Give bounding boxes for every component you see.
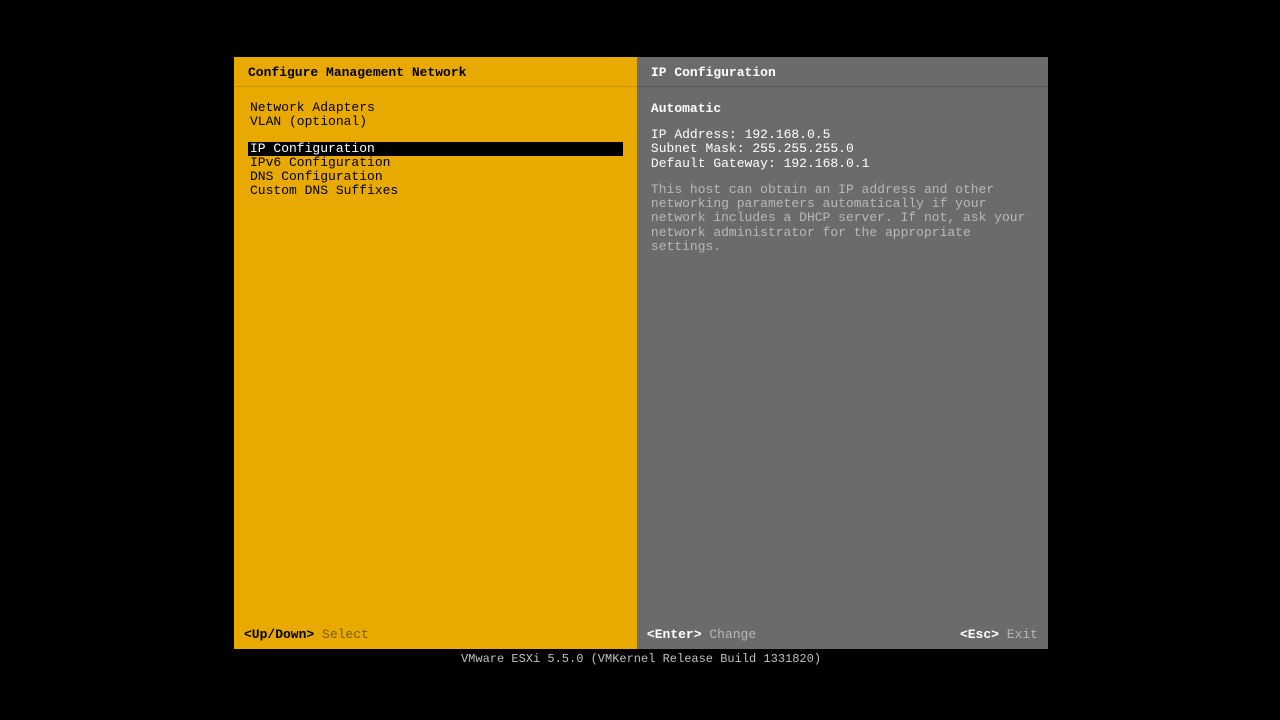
left-pane: Configure Management Network Network Ada… — [234, 57, 637, 649]
left-pane-title: Configure Management Network — [234, 57, 637, 87]
enter-key: <Enter> — [647, 627, 702, 642]
esc-hint: <Esc> Exit — [960, 627, 1038, 642]
esc-key: <Esc> — [960, 627, 999, 642]
default-gateway-label: Default Gateway: — [651, 156, 776, 171]
menu-item-ip-configuration[interactable]: IP Configuration — [248, 142, 623, 156]
status-bar: VMware ESXi 5.5.0 (VMKernel Release Buil… — [233, 652, 1049, 666]
enter-hint: <Enter> Change — [647, 627, 756, 642]
right-pane: IP Configuration Automatic IP Address: 1… — [637, 57, 1048, 649]
menu-item-vlan[interactable]: VLAN (optional) — [248, 115, 623, 129]
menu-item-ipv6-configuration[interactable]: IPv6 Configuration — [248, 156, 623, 170]
default-gateway-value: 192.168.0.1 — [784, 156, 870, 171]
enter-action: Change — [709, 627, 756, 642]
menu-group-0: Network Adapters VLAN (optional) — [248, 101, 623, 130]
ip-address-row: IP Address: 192.168.0.5 — [651, 128, 1034, 142]
default-gateway-row: Default Gateway: 192.168.0.1 — [651, 157, 1034, 171]
left-footer-hint: <Up/Down> Select — [244, 627, 369, 642]
updown-key: <Up/Down> — [244, 627, 314, 642]
menu: Network Adapters VLAN (optional) IP Conf… — [234, 87, 637, 211]
ip-address-label: IP Address: — [651, 127, 737, 142]
menu-group-1: IP Configuration IPv6 Configuration DNS … — [248, 142, 623, 199]
detail: Automatic IP Address: 192.168.0.5 Subnet… — [637, 87, 1048, 254]
right-pane-title: IP Configuration — [637, 57, 1048, 87]
dcui-console: Configure Management Network Network Ada… — [233, 56, 1049, 650]
menu-item-custom-dns-suffixes[interactable]: Custom DNS Suffixes — [248, 184, 623, 198]
subnet-mask-row: Subnet Mask: 255.255.255.0 — [651, 142, 1034, 156]
updown-action: Select — [322, 627, 369, 642]
menu-item-dns-configuration[interactable]: DNS Configuration — [248, 170, 623, 184]
ip-address-value: 192.168.0.5 — [745, 127, 831, 142]
subnet-mask-value: 255.255.255.0 — [752, 141, 853, 156]
esc-action: Exit — [1007, 627, 1038, 642]
right-footer: <Enter> Change <Esc> Exit — [637, 621, 1048, 649]
ip-mode: Automatic — [651, 101, 1034, 116]
menu-item-network-adapters[interactable]: Network Adapters — [248, 101, 623, 115]
help-text: This host can obtain an IP address and o… — [651, 183, 1031, 254]
left-footer: <Up/Down> Select — [234, 621, 637, 649]
subnet-mask-label: Subnet Mask: — [651, 141, 745, 156]
